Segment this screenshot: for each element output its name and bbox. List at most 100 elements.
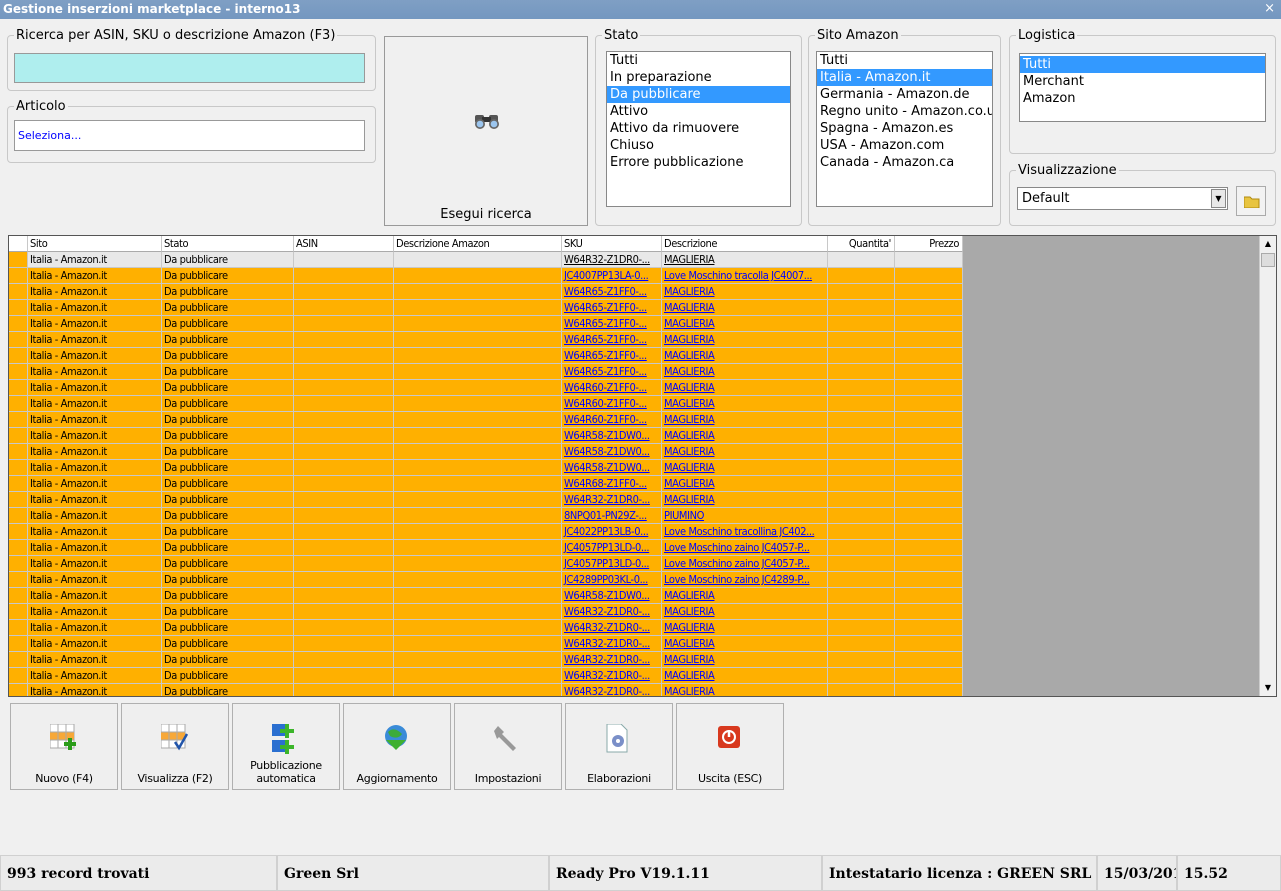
cell-descrizione[interactable]: MAGLIERIA: [662, 428, 828, 444]
cell-descrizione[interactable]: MAGLIERIA: [662, 284, 828, 300]
open-folder-button[interactable]: [1236, 186, 1266, 216]
cell-descrizione[interactable]: MAGLIERIA: [662, 396, 828, 412]
cell-descrizione[interactable]: MAGLIERIA: [662, 364, 828, 380]
cell-sku[interactable]: JC4289PP03KL-0...: [562, 572, 662, 588]
cell-descrizione[interactable]: MAGLIERIA: [662, 652, 828, 668]
cell-descrizione[interactable]: MAGLIERIA: [662, 620, 828, 636]
sito-option[interactable]: Spagna - Amazon.es: [817, 120, 992, 137]
cell-sku[interactable]: W64R32-Z1DR0-...: [562, 652, 662, 668]
cell-sku[interactable]: W64R65-Z1FF0-...: [562, 332, 662, 348]
elaborazioni-button[interactable]: Elaborazioni: [565, 703, 673, 790]
aggiornamento-button[interactable]: Aggiornamento: [343, 703, 451, 790]
table-row[interactable]: Italia - Amazon.it Da pubblicare JC4057PP1…: [9, 540, 963, 556]
cell-descrizione[interactable]: MAGLIERIA: [662, 380, 828, 396]
cell-descrizione[interactable]: MAGLIERIA: [662, 492, 828, 508]
table-row[interactable]: Italia - Amazon.it Da pubblicare W64R32-Z1…: [9, 604, 963, 620]
sito-option[interactable]: USA - Amazon.com: [817, 137, 992, 154]
table-row[interactable]: Italia - Amazon.it Da pubblicare W64R65-Z1…: [9, 348, 963, 364]
cell-descrizione[interactable]: Love Moschino zaino JC4057-P...: [662, 556, 828, 572]
cell-sku[interactable]: W64R65-Z1FF0-...: [562, 348, 662, 364]
cell-descrizione[interactable]: MAGLIERIA: [662, 444, 828, 460]
cell-sku[interactable]: W64R65-Z1FF0-...: [562, 364, 662, 380]
cell-descrizione[interactable]: MAGLIERIA: [662, 588, 828, 604]
cell-sku[interactable]: JC4057PP13LD-0...: [562, 556, 662, 572]
sito-list[interactable]: Tutti Italia - Amazon.it Germania - Amazon…: [816, 51, 993, 207]
cell-descrizione[interactable]: MAGLIERIA: [662, 300, 828, 316]
table-row[interactable]: Italia - Amazon.it Da pubblicare W64R32-Z1…: [9, 252, 963, 268]
cell-sku[interactable]: W64R60-Z1FF0-...: [562, 412, 662, 428]
logistica-list[interactable]: Tutti Merchant Amazon: [1019, 53, 1266, 122]
cell-descrizione[interactable]: MAGLIERIA: [662, 332, 828, 348]
cell-sku[interactable]: W64R60-Z1FF0-...: [562, 396, 662, 412]
cell-descrizione[interactable]: PIUMINO: [662, 508, 828, 524]
stato-option[interactable]: Attivo: [607, 103, 790, 120]
table-row[interactable]: Italia - Amazon.it Da pubblicare W64R65-Z1…: [9, 364, 963, 380]
scroll-down-icon[interactable]: ▼: [1260, 680, 1276, 696]
cell-sku[interactable]: W64R58-Z1DW0...: [562, 428, 662, 444]
cell-sku[interactable]: W64R32-Z1DR0-...: [562, 620, 662, 636]
table-row[interactable]: Italia - Amazon.it Da pubblicare JC4057PP1…: [9, 556, 963, 572]
cell-descrizione[interactable]: Love Moschino zaino JC4057-P...: [662, 540, 828, 556]
articolo-selector[interactable]: Seleziona...: [14, 120, 365, 151]
column-header[interactable]: Quantita': [828, 236, 895, 252]
sito-option[interactable]: Italia - Amazon.it: [817, 69, 992, 86]
table-row[interactable]: Italia - Amazon.it Da pubblicare W64R65-Z1…: [9, 284, 963, 300]
cell-sku[interactable]: W64R65-Z1FF0-...: [562, 284, 662, 300]
table-row[interactable]: Italia - Amazon.it Da pubblicare W64R65-Z1…: [9, 332, 963, 348]
cell-sku[interactable]: W64R32-Z1DR0-...: [562, 684, 662, 696]
table-row[interactable]: Italia - Amazon.it Da pubblicare W64R58-Z1…: [9, 588, 963, 604]
table-row[interactable]: Italia - Amazon.it Da pubblicare W64R60-Z1…: [9, 412, 963, 428]
logistica-option[interactable]: Tutti: [1020, 56, 1265, 73]
cell-sku[interactable]: JC4007PP13LA-0...: [562, 268, 662, 284]
column-header[interactable]: ASIN: [294, 236, 394, 252]
uscita-esc-button[interactable]: Uscita (ESC): [676, 703, 784, 790]
cell-descrizione[interactable]: Love Moschino tracollina JC402...: [662, 524, 828, 540]
table-row[interactable]: Italia - Amazon.it Da pubblicare W64R65-Z1…: [9, 316, 963, 332]
table-row[interactable]: Italia - Amazon.it Da pubblicare JC4007PP1…: [9, 268, 963, 284]
sito-option[interactable]: Germania - Amazon.de: [817, 86, 992, 103]
cell-sku[interactable]: JC4022PP13LB-0...: [562, 524, 662, 540]
logistica-option[interactable]: Merchant: [1020, 73, 1265, 90]
sito-option[interactable]: Canada - Amazon.ca: [817, 154, 992, 171]
table-row[interactable]: Italia - Amazon.it Da pubblicare 8NPQ01-PN…: [9, 508, 963, 524]
table-row[interactable]: Italia - Amazon.it Da pubblicare W64R32-Z1…: [9, 668, 963, 684]
cell-sku[interactable]: W64R60-Z1FF0-...: [562, 380, 662, 396]
cell-sku[interactable]: 8NPQ01-PN29Z-...: [562, 508, 662, 524]
table-row[interactable]: Italia - Amazon.it Da pubblicare W64R58-Z1…: [9, 460, 963, 476]
visualizza-f2-button[interactable]: Visualizza (F2): [121, 703, 229, 790]
stato-option[interactable]: Attivo da rimuovere: [607, 120, 790, 137]
stato-list[interactable]: Tutti In preparazione Da pubblicare Attivo A…: [606, 51, 791, 207]
cell-sku[interactable]: W64R65-Z1FF0-...: [562, 316, 662, 332]
pubblicazione-automatica-button[interactable]: Pubblicazione automatica: [232, 703, 340, 790]
table-row[interactable]: Italia - Amazon.it Da pubblicare W64R32-Z1…: [9, 652, 963, 668]
cell-sku[interactable]: W64R58-Z1DW0...: [562, 460, 662, 476]
column-header[interactable]: Sito: [28, 236, 162, 252]
stato-option[interactable]: Da pubblicare: [607, 86, 790, 103]
cell-descrizione[interactable]: Love Moschino tracolla JC4007...: [662, 268, 828, 284]
column-header[interactable]: Stato: [162, 236, 294, 252]
sito-option[interactable]: Regno unito - Amazon.co.uk: [817, 103, 992, 120]
chevron-down-icon[interactable]: ▼: [1211, 189, 1226, 208]
table-row[interactable]: Italia - Amazon.it Da pubblicare W64R58-Z1…: [9, 428, 963, 444]
listings-grid[interactable]: Sito Stato ASIN Descrizione Amazon SKU Descri…: [8, 235, 1277, 697]
search-input[interactable]: [14, 53, 365, 83]
table-row[interactable]: Italia - Amazon.it Da pubblicare W64R58-Z1…: [9, 444, 963, 460]
cell-descrizione[interactable]: MAGLIERIA: [662, 636, 828, 652]
cell-sku[interactable]: W64R58-Z1DW0...: [562, 444, 662, 460]
table-row[interactable]: Italia - Amazon.it Da pubblicare W64R32-Z1…: [9, 492, 963, 508]
cell-descrizione[interactable]: MAGLIERIA: [662, 604, 828, 620]
column-header[interactable]: Prezzo: [895, 236, 963, 252]
table-row[interactable]: Italia - Amazon.it Da pubblicare JC4022PP1…: [9, 524, 963, 540]
stato-option[interactable]: Tutti: [607, 52, 790, 69]
nuovo-f4-button[interactable]: Nuovo (F4): [10, 703, 118, 790]
cell-descrizione[interactable]: Love Moschino zaino JC4289-P...: [662, 572, 828, 588]
table-row[interactable]: Italia - Amazon.it Da pubblicare W64R60-Z1…: [9, 380, 963, 396]
scroll-up-icon[interactable]: ▲: [1260, 236, 1276, 252]
cell-sku[interactable]: W64R32-Z1DR0-...: [562, 668, 662, 684]
cell-sku[interactable]: JC4057PP13LD-0...: [562, 540, 662, 556]
cell-sku[interactable]: W64R58-Z1DW0...: [562, 588, 662, 604]
cell-descrizione[interactable]: MAGLIERIA: [662, 684, 828, 696]
run-search-button[interactable]: Esegui ricerca: [384, 36, 588, 226]
cell-sku[interactable]: W64R32-Z1DR0-...: [562, 492, 662, 508]
table-row[interactable]: Italia - Amazon.it Da pubblicare W64R32-Z1…: [9, 636, 963, 652]
